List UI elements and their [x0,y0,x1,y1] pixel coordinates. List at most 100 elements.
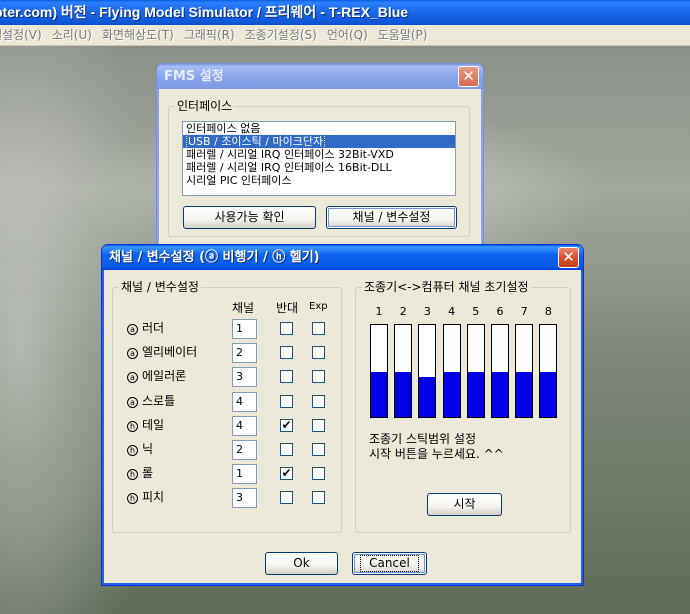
channel-number-5: 5 [472,305,480,318]
row-label-text: 롤 [142,466,154,481]
channel-bar-2 [394,324,413,418]
column-header-channel: 채널 [232,301,255,315]
channel-input-1[interactable]: 2 [232,343,257,364]
channel-variable-group-label: 채널 / 변수설정 [119,280,201,294]
interface-option-vxd[interactable]: 패러렐 / 시리얼 IRQ 인터페이스 32Bit-VXD [183,148,455,161]
reverse-checkbox-2[interactable] [280,370,293,384]
channel-input-3[interactable]: 4 [232,391,257,412]
mark-icon: h [127,445,138,456]
mark-icon: a [127,348,138,360]
interface-option-pic[interactable]: 시리얼 PIC 인터페이스 [183,174,455,187]
reverse-checkbox-6[interactable]: ✔ [280,467,293,481]
reverse-checkbox-4[interactable]: ✔ [280,418,293,432]
channel-input-2[interactable]: 3 [232,367,257,388]
ok-button[interactable]: Ok [265,552,338,575]
exp-checkbox-2[interactable] [312,370,325,384]
channel-number-8: 8 [544,305,552,318]
channel-dialog-close-button[interactable]: ✕ [558,247,579,268]
app-title-bar: pter.com) 버전 - Flying Model Simulator / … [0,0,690,25]
mark-icon: h [127,469,138,481]
exp-checkbox-7[interactable] [312,491,325,505]
channel-input-5[interactable]: 2 [232,440,257,460]
interface-group-label: 인터페이스 [175,99,235,113]
reverse-checkbox-0[interactable] [280,322,293,335]
row-label-text: 엘리베이터 [142,345,198,360]
channel-bar-8 [539,324,558,418]
row-label-7: h 피치 [127,489,164,505]
close-icon: ✕ [562,248,575,266]
channel-input-0[interactable]: 1 [232,319,257,339]
channel-number-7: 7 [520,305,528,318]
reverse-checkbox-1[interactable] [280,346,293,360]
cancel-button[interactable]: Cancel [352,552,427,575]
reverse-checkbox-7[interactable] [280,491,293,505]
channel-input-6[interactable]: 1 [232,464,257,485]
exp-checkbox-0[interactable] [312,322,325,335]
reverse-checkbox-5[interactable] [280,443,293,456]
row-label-text: 테일 [142,417,165,432]
row-label-6: h롤 [127,465,153,481]
row-label-text: 러더 [142,321,165,335]
menu-resolution[interactable]: 화면해상도(T) [97,25,179,45]
channel-input-4[interactable]: 4 [232,415,257,436]
menu-sound[interactable]: 소리(U) [47,25,97,45]
channel-bar-1 [370,324,388,418]
exp-checkbox-6[interactable] [312,467,325,481]
row-label-text: 피치 [142,490,165,505]
close-icon: ✕ [462,67,475,85]
interface-option-usb[interactable]: USB / 조이스틱 / 마이크단자 [183,134,455,149]
menu-heli-settings[interactable]: 헬설정(V) [0,25,47,45]
channel-bar-fill-8 [540,371,557,417]
exp-checkbox-4[interactable] [312,418,325,432]
row-label-0: a 러더 [127,320,164,336]
app-title: pter.com) 버전 - Flying Model Simulator / … [0,4,409,20]
channel-bar-5 [466,324,485,418]
channel-bar-fill-1 [371,371,387,417]
channel-bar-fill-3 [419,377,436,417]
fms-dialog-close-button[interactable]: ✕ [458,66,479,87]
channel-bar-6 [491,324,509,418]
channel-bar-fill-5 [467,371,484,417]
interface-listbox[interactable]: 인터페이스 없음 USB / 조이스틱 / 마이크단자 패러렐 / 시리얼 IR… [182,121,456,196]
row-label-text: 에일러론 [142,369,187,384]
exp-checkbox-3[interactable] [312,394,325,408]
channel-input-7[interactable]: 3 [232,488,257,509]
channel-bar-fill-2 [395,371,412,417]
row-label-5: h닉 [127,441,153,457]
channel-number-6: 6 [496,305,504,318]
channel-number-2: 2 [399,305,407,318]
reverse-checkbox-3[interactable] [280,394,293,408]
menu-bar: 헬설정(V)소리(U)화면해상도(T)그래픽(R)조종기설정(S)언어(Q)도움… [0,25,690,46]
channel-number-3: 3 [423,305,431,318]
channel-bar-fill-6 [492,371,508,417]
menu-language[interactable]: 언어(Q) [322,25,373,45]
channel-number-4: 4 [448,305,456,318]
menu-help[interactable]: 도움말(P) [373,25,433,45]
menu-graphics[interactable]: 그래픽(R) [179,25,240,45]
menu-controller-settings[interactable]: 조종기설정(S) [240,25,322,45]
row-label-1: a 엘리베이터 [127,344,197,360]
channel-dialog-title: 채널 / 변수설정 (ⓐ 비행기 / ⓗ 헬기) [109,250,320,265]
start-button[interactable]: 시작 [427,493,502,516]
exp-checkbox-1[interactable] [312,346,325,360]
row-label-2: a 에일러론 [127,368,186,384]
column-header-reverse: 반대 [276,301,299,315]
channel-bar-4 [442,324,461,418]
channel-bar-7 [515,324,534,418]
mark-icon: a [127,372,138,384]
mark-icon: h [127,493,138,505]
channel-dialog-titlebar: 채널 / 변수설정 (ⓐ 비행기 / ⓗ 헬기) [102,245,583,270]
interface-option-dll[interactable]: 패러렐 / 시리얼 IRQ 인터페이스 16Bit-DLL [183,161,455,174]
instruction-line-2: 시작 버튼을 누르세요. ^^ [369,447,504,461]
check-availability-button[interactable]: 사용가능 확인 [183,206,316,229]
channel-bar-3 [418,324,437,418]
mark-icon: a [127,396,138,408]
channel-settings-button[interactable]: 채널 / 변수설정 [326,206,457,229]
column-header-exp: Exp [309,301,328,312]
controller-calibration-group-label: 조종기<->컴퓨터 채널 초기설정 [362,280,531,294]
channel-bar-fill-7 [516,371,533,417]
row-label-3: a 스로틀 [127,393,175,409]
row-label-text: 스로틀 [142,393,176,408]
fms-dialog-titlebar: FMS 설정 [157,64,483,89]
exp-checkbox-5[interactable] [312,443,325,456]
